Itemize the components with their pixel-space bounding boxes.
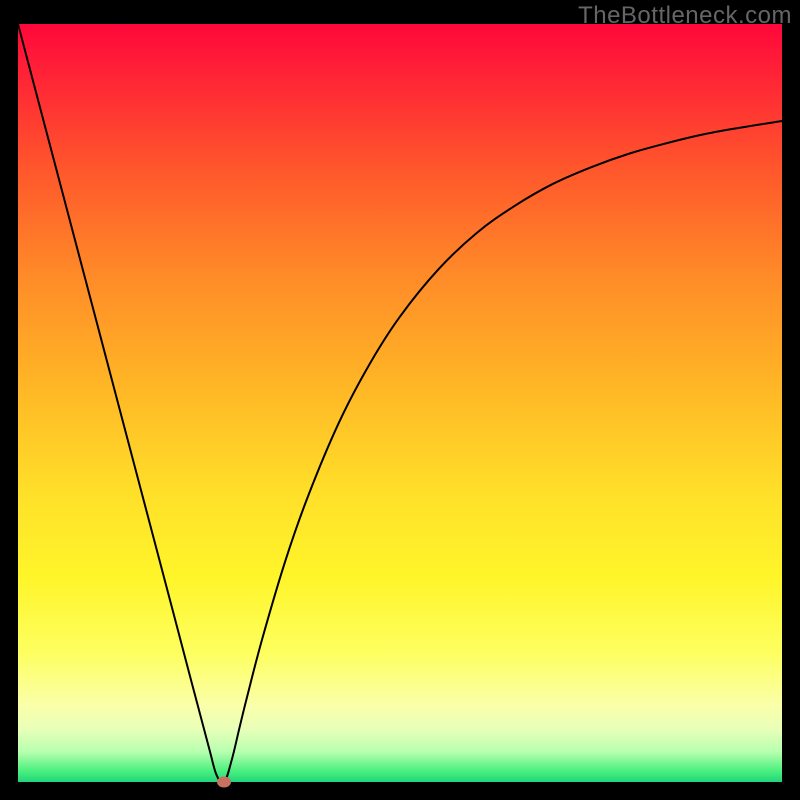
bottleneck-curve	[18, 24, 782, 782]
optimal-point-marker	[217, 777, 231, 788]
chart-container: TheBottleneck.com	[0, 0, 800, 800]
watermark-text: TheBottleneck.com	[578, 2, 792, 30]
plot-area	[18, 24, 782, 782]
